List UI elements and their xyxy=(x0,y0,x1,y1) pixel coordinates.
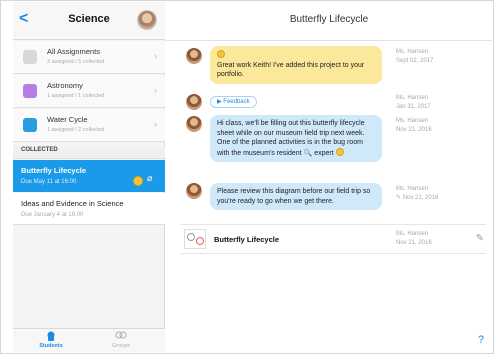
document-meta: Ms. Hansen Nov 21, 2016 xyxy=(396,230,432,248)
tab-groups[interactable]: Groups xyxy=(101,331,141,349)
message-date-row: ✎ Nov 21, 2016 xyxy=(396,194,438,203)
assignment-name: Butterfly Lifecycle xyxy=(21,166,87,175)
assignment-due: Due January 4 at 16:00 xyxy=(21,212,84,218)
chevron-right-icon: › xyxy=(154,85,157,95)
teacher-avatar[interactable] xyxy=(137,10,157,30)
message-date: Nov 21, 2016 xyxy=(402,195,439,201)
tab-label: Groups xyxy=(111,343,131,349)
emoji-icon xyxy=(217,50,225,58)
document-thumbnail xyxy=(184,229,206,249)
emoji-icon xyxy=(335,147,344,156)
message-author: Ms. Hansen xyxy=(396,95,429,101)
message-bubble: Please review this diagram before our fi… xyxy=(210,183,382,210)
message-date: Nov 21, 2016 xyxy=(396,127,432,133)
assignment-due: Due May 11 at 16:00 xyxy=(21,179,77,185)
document-name: Butterfly Lifecycle xyxy=(214,235,280,244)
feedback-label: Feedback xyxy=(223,99,250,105)
paperclip-icon: ⌀ xyxy=(147,173,153,183)
assignment-name: Ideas and Evidence in Science xyxy=(21,199,124,208)
main-pane: Butterfly Lifecycle Great work Keith! I'… xyxy=(166,2,492,352)
message-text: Please review this diagram before our fi… xyxy=(217,188,371,205)
document-author: Ms. Hansen xyxy=(396,231,429,237)
students-icon xyxy=(47,331,55,341)
folder-name: All Assignments xyxy=(47,47,100,56)
message-author: Ms. Hansen xyxy=(396,186,429,192)
folder-astronomy[interactable]: Astronomy 1 assigned / 1 collected › xyxy=(13,75,165,108)
message-date: Sept 02, 2017 xyxy=(396,58,434,64)
assignment-item-selected[interactable]: Butterfly Lifecycle Due May 11 at 16:00 … xyxy=(13,160,165,192)
message-meta: Ms. Hansen ✎ Nov 21, 2016 xyxy=(396,185,438,203)
message-bubble: Great work Keith! I've added this projec… xyxy=(210,46,382,84)
author-avatar xyxy=(186,116,202,132)
message-text: expert xyxy=(314,149,334,157)
author-avatar xyxy=(186,94,202,110)
tab-students[interactable]: Students xyxy=(31,331,71,349)
folder-all-assignments[interactable]: All Assignments 3 assigned / 5 collected… xyxy=(13,41,165,74)
page-title: Butterfly Lifecycle xyxy=(289,14,369,25)
folder-count: 1 assigned / 1 collected xyxy=(47,93,105,99)
message-text: Great work Keith! I've added this projec… xyxy=(217,61,365,79)
groups-icon xyxy=(115,331,127,339)
message-bubble: Hi class, we'll be filling out this butt… xyxy=(210,115,382,162)
sidebar-header: < Science xyxy=(13,2,165,40)
help-button[interactable]: ? xyxy=(478,334,484,346)
message-date: Jan 31, 2017 xyxy=(396,104,431,110)
folder-name: Astronomy xyxy=(47,81,83,90)
author-avatar xyxy=(186,183,202,199)
document-row[interactable]: Butterfly Lifecycle Ms. Hansen Nov 21, 2… xyxy=(180,224,486,254)
folder-icon xyxy=(23,84,37,98)
list-icon xyxy=(23,50,37,64)
message-author: Ms. Hansen xyxy=(396,49,429,55)
chevron-right-icon: › xyxy=(154,51,157,61)
folder-count: 3 assigned / 5 collected xyxy=(47,59,105,65)
tab-label: Students xyxy=(39,343,63,349)
chevron-right-icon: › xyxy=(154,119,157,129)
sidebar-tab-bar: Students Groups xyxy=(13,328,165,352)
message-meta: Ms. Hansen Sept 02, 2017 xyxy=(396,48,433,66)
section-header-collected: COLLECTED xyxy=(13,147,165,159)
message-meta: Ms. Hansen Jan 31, 2017 xyxy=(396,94,431,112)
assignment-item[interactable]: Ideas and Evidence in Science Due Januar… xyxy=(13,193,165,225)
emoji-sticker-icon xyxy=(133,176,143,186)
author-avatar xyxy=(186,48,202,64)
edit-pencil-icon[interactable]: ✎ xyxy=(476,233,484,244)
document-date: Nov 21, 2016 xyxy=(396,240,432,246)
sidebar: < Science All Assignments 3 assigned / 5… xyxy=(13,2,165,352)
message-author: Ms. Hansen xyxy=(396,118,429,124)
magnifier-icon: 🔍 xyxy=(303,149,313,157)
feedback-button[interactable]: ▶ Feedback xyxy=(210,96,257,108)
folder-name: Water Cycle xyxy=(47,115,88,124)
pencil-icon: ✎ xyxy=(396,195,402,201)
divider xyxy=(166,40,492,41)
folder-water-cycle[interactable]: Water Cycle 1 assigned / 2 collected › xyxy=(13,109,165,142)
folder-count: 1 assigned / 2 collected xyxy=(47,127,105,133)
message-meta: Ms. Hansen Nov 21, 2016 xyxy=(396,117,432,135)
folder-icon xyxy=(23,118,37,132)
